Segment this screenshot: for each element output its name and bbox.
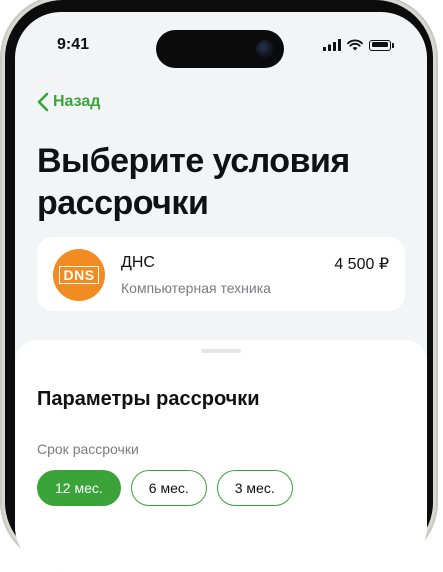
merchant-logo-text: DNS (59, 266, 99, 284)
status-icons (323, 39, 394, 51)
page-title: Выберите условия рассрочки (37, 142, 350, 222)
chevron-left-icon (37, 92, 49, 112)
back-button[interactable]: Назад (37, 92, 100, 112)
term-label: Срок рассрочки (37, 441, 139, 457)
section-title: Параметры рассрочки (37, 388, 260, 410)
battery-nub (392, 42, 394, 48)
camera-icon (256, 40, 274, 58)
purchase-price: 4 500 ₽ (334, 256, 389, 273)
battery-icon (369, 39, 391, 51)
status-time: 9:41 (57, 36, 90, 53)
cellular-signal-icon (323, 39, 341, 51)
app-screen: 9:41 Назад Выберите условия рассрочки DN… (15, 12, 427, 572)
back-label: Назад (53, 93, 101, 110)
term-chip-3[interactable]: 3 мес. (216, 470, 293, 506)
merchant-category: Компьютерная техника (121, 280, 271, 296)
merchant-name: ДНС (121, 254, 155, 271)
merchant-card: DNS ДНС Компьютерная техника 4 500 ₽ (37, 237, 405, 311)
term-chip-6[interactable]: 6 мес. (130, 470, 207, 506)
dynamic-island (156, 30, 284, 68)
installment-sheet: Параметры рассрочки Срок рассрочки 12 ме… (15, 340, 427, 572)
sheet-grabber[interactable] (201, 349, 241, 353)
term-chip-12[interactable]: 12 мес. (37, 470, 121, 506)
term-options: 12 мес. 6 мес. 3 мес. (37, 470, 293, 506)
wifi-icon (347, 39, 363, 51)
merchant-logo: DNS (53, 249, 105, 301)
